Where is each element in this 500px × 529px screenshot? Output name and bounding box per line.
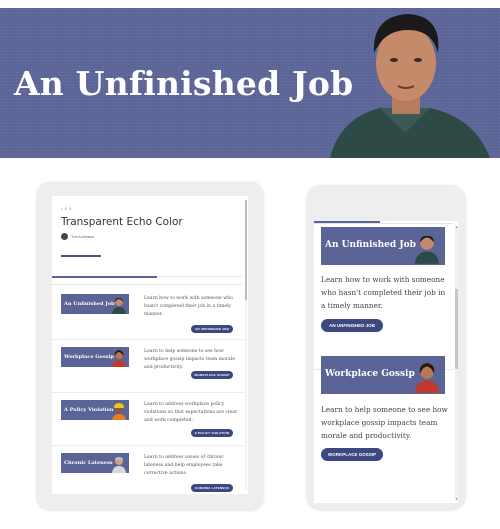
divider [52, 392, 244, 393]
scrollbar-thumb[interactable] [245, 200, 247, 300]
scroll-down-icon[interactable]: ▼ [455, 497, 458, 501]
progress-bar [52, 276, 157, 278]
lesson-thumbnail[interactable]: Chronic Lateness [61, 453, 129, 473]
phone-device: ▲ ▼ An Unfinished Job Learn how to work … [307, 185, 465, 509]
lesson-thumbnail[interactable]: An Unfinished Job [61, 294, 129, 314]
hero-banner: An Unfinished Job [0, 8, 500, 158]
lesson-item: Workplace Gossip Learn to help someone t… [52, 341, 244, 393]
scroll-up-icon[interactable]: ▲ [455, 225, 458, 229]
lesson-button[interactable]: A POLICY VIOLATION [191, 429, 233, 437]
tablet-screen: L E S Transparent Echo Color Tom Kuhlman… [52, 196, 248, 494]
person-icon [112, 350, 126, 367]
title-underline [61, 255, 101, 257]
author: Tom Kuhlmann [61, 233, 94, 240]
avatar [61, 233, 68, 240]
thumbnail-label: An Unfinished Job [64, 301, 115, 307]
lesson-button[interactable]: CHRONIC LATENESS [191, 484, 233, 492]
phone-screen: ▲ ▼ An Unfinished Job Learn how to work … [314, 221, 458, 503]
lesson-description: Learn to help someone to see how workpla… [144, 349, 235, 370]
lesson-thumbnail[interactable]: Workplace Gossip [61, 347, 129, 367]
thumbnail-label: An Unfinished Job [325, 240, 416, 250]
lesson-description: Learn to address issues of chronic laten… [144, 455, 225, 476]
man-portrait-image [330, 14, 490, 158]
lesson-button[interactable]: AN UNFINISHED JOB [321, 319, 383, 332]
divider [314, 223, 452, 224]
lesson-thumbnail[interactable]: An Unfinished Job [321, 227, 445, 265]
lesson-thumbnail[interactable]: Workplace Gossip [321, 356, 445, 394]
person-icon [112, 298, 126, 314]
lesson-button[interactable]: WORKPLACE GOSSIP [191, 371, 233, 379]
lesson-button[interactable]: AN UNFINISHED JOB [191, 325, 233, 333]
thumbnail-label: Chronic Lateness [64, 460, 113, 466]
person-icon [112, 457, 126, 473]
person-icon [414, 235, 440, 264]
person-icon [414, 363, 440, 393]
author-name: Tom Kuhlmann [71, 234, 95, 239]
hero-title: An Unfinished Job [14, 64, 354, 103]
lesson-description: Learn how to work with someone who hasn'… [321, 275, 446, 310]
divider [52, 445, 244, 446]
course-label: L E S [61, 207, 72, 211]
course-title: Transparent Echo Color [61, 216, 183, 228]
lesson-description: Learn to help someone to see how workpla… [321, 405, 448, 440]
lesson-button[interactable]: WORKPLACE GOSSIP [321, 448, 383, 461]
divider [52, 339, 244, 340]
lesson-thumbnail[interactable]: A Policy Violation [61, 400, 129, 420]
scrollbar-thumb[interactable] [455, 289, 458, 369]
thumbnail-label: A Policy Violation [64, 407, 114, 413]
lesson-item: Chronic Lateness Learn to address issues… [52, 447, 244, 494]
tablet-device: L E S Transparent Echo Color Tom Kuhlman… [37, 182, 263, 509]
thumbnail-label: Workplace Gossip [64, 354, 114, 360]
worker-icon [112, 403, 126, 420]
lesson-description: Learn how to work with someone who hasn'… [144, 296, 233, 317]
lesson-item: An Unfinished Job Learn how to work with… [52, 288, 244, 340]
lesson-description: Learn to address workplace policy violat… [144, 402, 238, 423]
thumbnail-label: Workplace Gossip [325, 369, 415, 379]
divider [52, 284, 242, 285]
lesson-item: A Policy Violation Learn to address work… [52, 394, 244, 446]
